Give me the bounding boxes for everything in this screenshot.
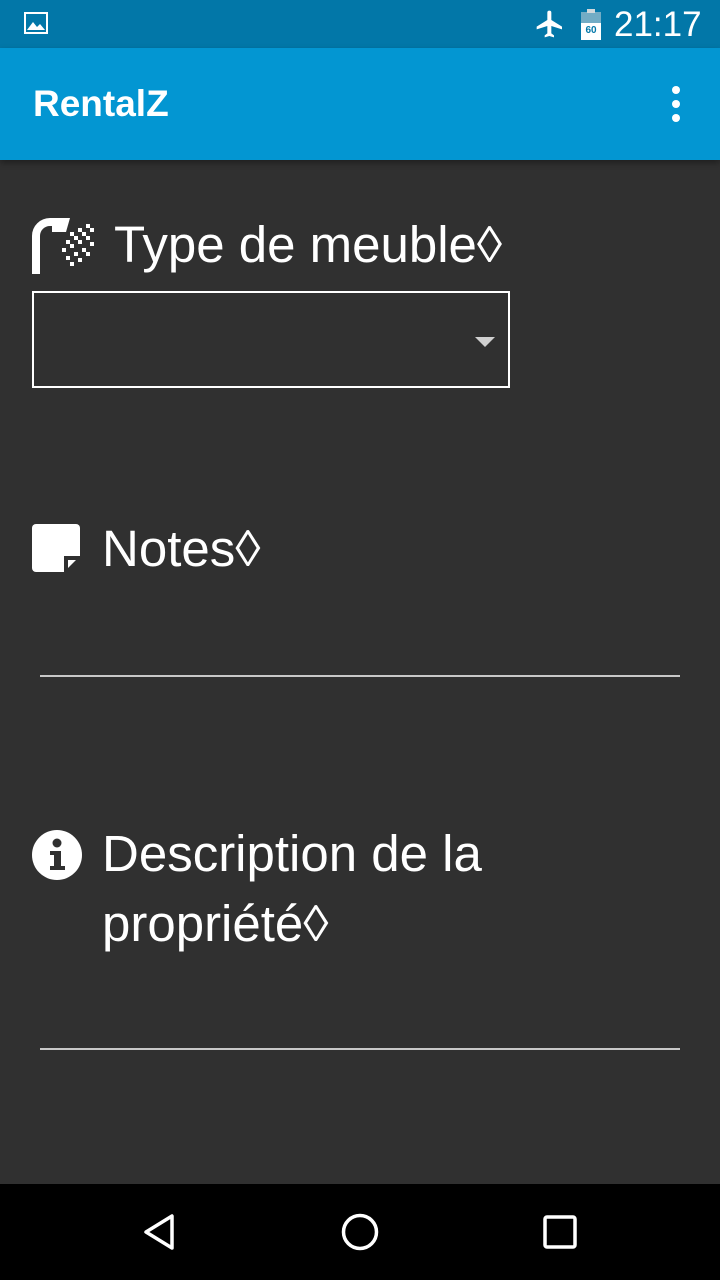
status-bar: 60 21:17 (0, 0, 720, 48)
back-icon (144, 1214, 174, 1250)
home-button[interactable] (312, 1184, 408, 1280)
overflow-menu-button[interactable] (656, 76, 696, 132)
description-input-field[interactable] (40, 1010, 680, 1050)
clock: 21:17 (614, 5, 702, 44)
overflow-dot (672, 114, 680, 122)
notes-input-field[interactable] (40, 637, 680, 677)
description-input[interactable] (40, 1010, 680, 1048)
dropdown-arrow-icon (475, 337, 495, 347)
shower-icon (30, 216, 96, 279)
furniture-type-dropdown[interactable] (32, 291, 510, 388)
overflow-menu-icon (672, 86, 680, 94)
battery-icon: 60 (580, 9, 602, 46)
furniture-type-label: Type de meuble◊ (114, 216, 503, 273)
description-label-line1: Description de la (102, 825, 482, 882)
notes-input[interactable] (40, 637, 680, 675)
home-icon (341, 1213, 379, 1251)
back-button[interactable] (112, 1184, 208, 1280)
sticky-note-icon (32, 524, 80, 577)
battery-level: 60 (585, 25, 597, 36)
description-label-line2: propriété◊ (102, 895, 329, 952)
notes-underline (40, 675, 680, 677)
airplane-mode-icon (534, 8, 566, 45)
app-title: RentalZ (33, 83, 169, 124)
recents-icon (543, 1215, 577, 1249)
app-bar: RentalZ (0, 48, 720, 160)
info-icon (32, 830, 82, 885)
recents-button[interactable] (512, 1184, 608, 1280)
overflow-dot (672, 100, 680, 108)
notes-label: Notes◊ (102, 520, 261, 577)
image-notification-icon (24, 12, 48, 39)
description-underline (40, 1048, 680, 1050)
navigation-bar (0, 1184, 720, 1280)
